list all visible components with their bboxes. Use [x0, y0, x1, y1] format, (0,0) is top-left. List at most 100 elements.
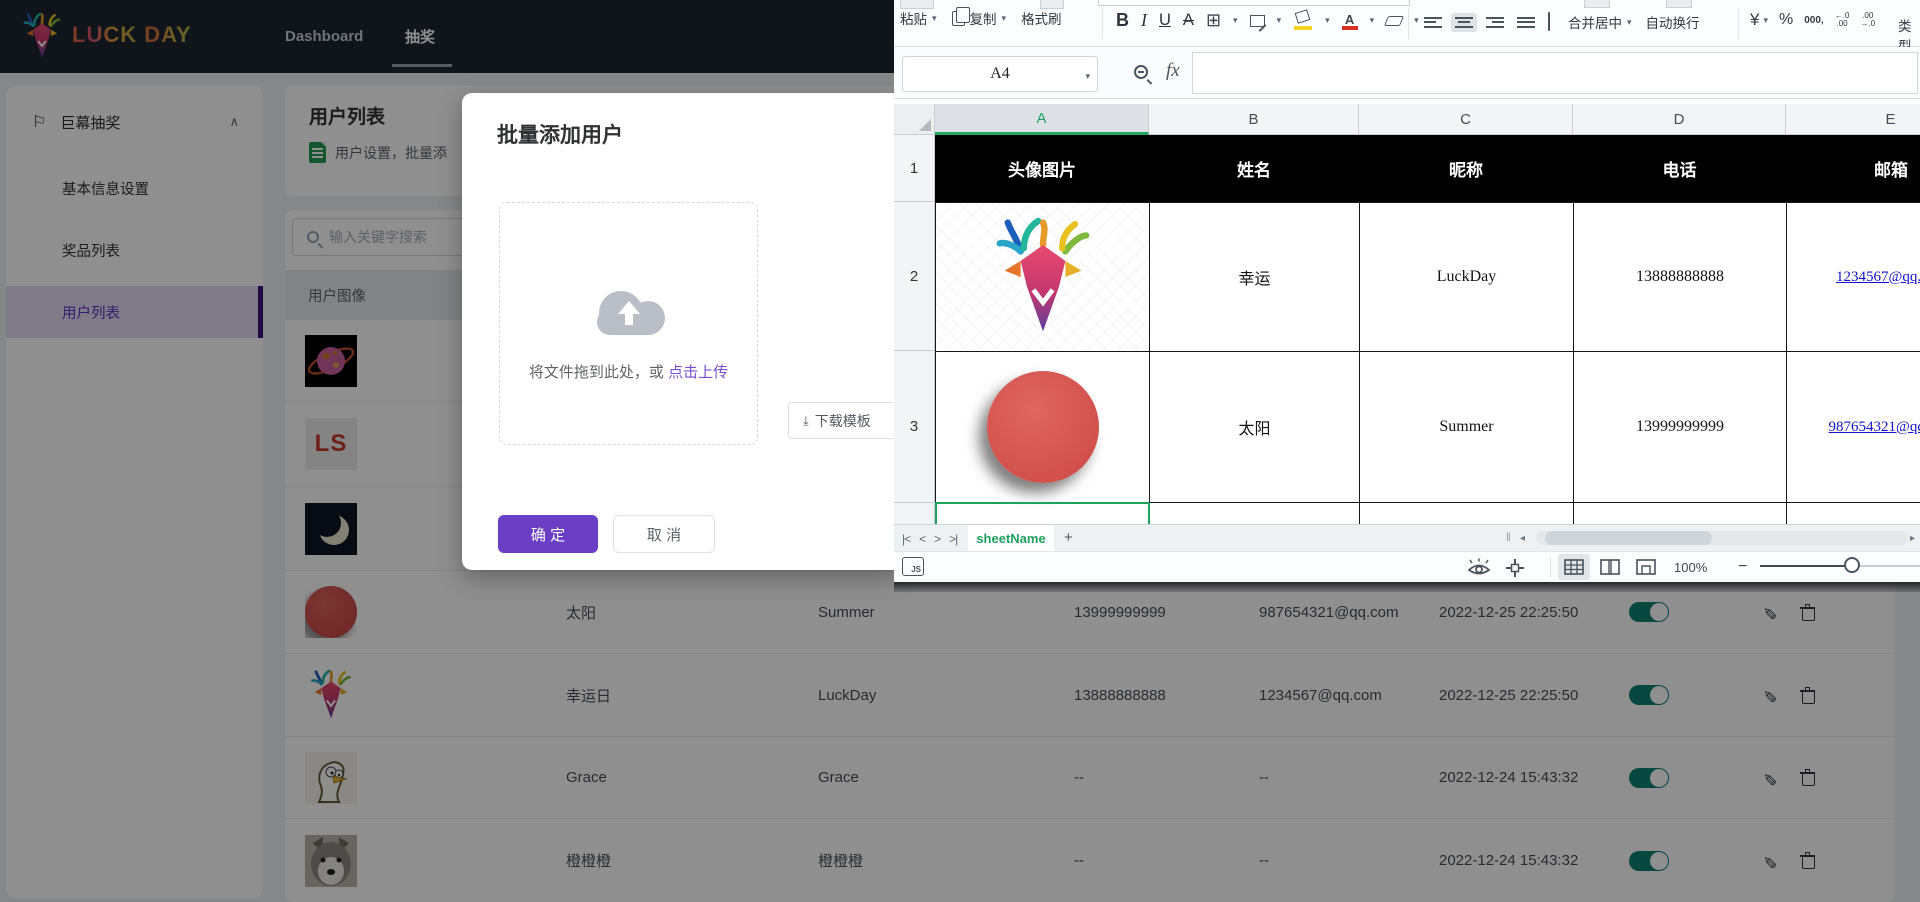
- cell-name-box[interactable]: A4 ▾: [902, 56, 1098, 92]
- upload-link[interactable]: 点击上传: [668, 364, 728, 381]
- wrap-text-button[interactable]: 自动换行: [1646, 12, 1700, 32]
- sheet-grid: A B C D E 1 2 3 头像图片 姓名 昵称 电话 邮箱: [894, 99, 1920, 524]
- modal-title: 批量添加用户: [497, 119, 623, 149]
- batch-add-users-modal: 批量添加用户 将文件拖到此处，或 点击上传 ⤓ 下载模板 确 定 取 消: [462, 93, 902, 570]
- column-header-a[interactable]: A: [935, 104, 1149, 135]
- zoom-slider-track[interactable]: [1760, 565, 1852, 567]
- merge-center-button[interactable]: 合并居中: [1568, 12, 1622, 32]
- sheet-header-row: 头像图片 姓名 昵称 电话 邮箱: [935, 135, 1920, 202]
- last-sheet-icon[interactable]: >|: [949, 532, 957, 546]
- underline-button[interactable]: U: [1159, 11, 1171, 30]
- indent-button[interactable]: [1544, 10, 1554, 34]
- select-all-corner[interactable]: [894, 104, 935, 135]
- copy-icon[interactable]: [952, 11, 965, 26]
- cell-c3[interactable]: Summer: [1359, 351, 1573, 503]
- spreadsheet-window-shadow: [894, 582, 1920, 592]
- bold-button[interactable]: B: [1116, 10, 1129, 31]
- caret-down-icon[interactable]: ▾: [1085, 71, 1090, 82]
- clear-format-button[interactable]: [1384, 16, 1404, 26]
- zoom-minus-button[interactable]: −: [1738, 558, 1747, 576]
- cell-b2[interactable]: 幸运: [1149, 202, 1359, 351]
- strikethrough-button[interactable]: A: [1183, 11, 1194, 30]
- cell-b3[interactable]: 太阳: [1149, 351, 1359, 503]
- cell-e2[interactable]: 1234567@qq.com: [1786, 202, 1920, 351]
- merge-icon-partial: [1584, 0, 1610, 8]
- js-macro-icon[interactable]: JS: [902, 557, 924, 576]
- paste-button[interactable]: 粘贴: [900, 8, 927, 28]
- thousands-separator-button[interactable]: 000,: [1804, 15, 1823, 26]
- row-header-1[interactable]: 1: [894, 135, 935, 202]
- first-sheet-icon[interactable]: |<: [902, 532, 910, 546]
- fx-icon[interactable]: fx: [1166, 60, 1180, 82]
- row-header-4[interactable]: [894, 503, 935, 524]
- align-right-button[interactable]: [1482, 13, 1508, 32]
- column-header-c[interactable]: C: [1359, 104, 1573, 135]
- active-cell-selection[interactable]: [935, 502, 1150, 524]
- align-center-button[interactable]: [1451, 13, 1477, 32]
- formula-bar: A4 ▾ fx: [894, 47, 1920, 99]
- sheet-header-cell[interactable]: 昵称: [1359, 135, 1573, 202]
- wrap-icon-partial: [1666, 0, 1692, 8]
- zoom-out-icon[interactable]: [1134, 65, 1148, 79]
- email-link[interactable]: 987654321@qq.com: [1829, 419, 1920, 436]
- normal-view-button[interactable]: [1558, 554, 1590, 580]
- cell-e3[interactable]: 987654321@qq.com: [1786, 351, 1920, 503]
- sheet-tab[interactable]: sheetName: [968, 525, 1054, 552]
- next-sheet-icon[interactable]: >: [934, 532, 940, 546]
- sheet-tab-bar: |< < > >| sheetName + ‖ ◂ ▸: [894, 524, 1920, 551]
- cell-d3[interactable]: 13999999999: [1573, 351, 1786, 503]
- font-color-button[interactable]: A: [1342, 11, 1358, 30]
- page-layout-view-button[interactable]: [1594, 554, 1626, 580]
- format-painter-button[interactable]: 格式刷: [1021, 8, 1062, 28]
- align-left-button[interactable]: [1420, 13, 1446, 32]
- cell-c2[interactable]: LuckDay: [1359, 202, 1573, 351]
- sheet-header-cell[interactable]: 姓名: [1149, 135, 1359, 202]
- caret-down-icon[interactable]: ▾: [932, 13, 937, 24]
- page-break-view-button[interactable]: [1630, 554, 1662, 580]
- column-header-d[interactable]: D: [1573, 104, 1786, 135]
- currency-button[interactable]: ¥: [1750, 10, 1759, 30]
- tab-scroll-divider: ‖: [1506, 530, 1511, 544]
- fill-color-button[interactable]: [1293, 11, 1313, 30]
- spreadsheet-window: 粘贴 ▾ 复制 ▾ 格式刷 B I U A ⊞▾ ▾ ▾ A▾ ▾: [894, 0, 1920, 582]
- file-dropzone[interactable]: 将文件拖到此处，或 点击上传: [499, 202, 758, 445]
- caret-down-icon[interactable]: ▾: [1002, 13, 1007, 24]
- upload-cloud-icon: [591, 281, 667, 329]
- email-link[interactable]: 1234567@qq.com: [1836, 269, 1920, 286]
- cancel-button[interactable]: 取 消: [613, 515, 715, 553]
- scroll-left-icon[interactable]: ◂: [1520, 533, 1525, 544]
- confirm-button[interactable]: 确 定: [498, 515, 598, 553]
- spreadsheet-toolbar: 粘贴 ▾ 复制 ▾ 格式刷 B I U A ⊞▾ ▾ ▾ A▾ ▾: [894, 0, 1920, 47]
- cell-a3-sun-image[interactable]: [935, 351, 1149, 503]
- column-header-b[interactable]: B: [1149, 104, 1359, 135]
- zoom-level[interactable]: 100%: [1674, 560, 1707, 575]
- column-header-e[interactable]: E: [1786, 104, 1920, 135]
- cell-style-button[interactable]: [1250, 15, 1265, 27]
- sheet-header-cell[interactable]: 邮箱: [1786, 135, 1920, 202]
- italic-button[interactable]: I: [1141, 10, 1147, 31]
- scroll-right-icon[interactable]: ▸: [1910, 533, 1915, 544]
- download-template-button[interactable]: ⤓ 下载模板: [788, 402, 908, 439]
- formula-input[interactable]: [1192, 52, 1918, 94]
- row-header-2[interactable]: 2: [894, 202, 935, 351]
- sheet-header-cell[interactable]: 电话: [1573, 135, 1786, 202]
- borders-button[interactable]: ⊞: [1206, 10, 1221, 31]
- decrease-decimal-button[interactable]: .00→.0: [1860, 12, 1875, 28]
- row-header-3[interactable]: 3: [894, 351, 935, 503]
- copy-button[interactable]: 复制: [970, 8, 997, 28]
- horizontal-scrollbar-thumb[interactable]: [1545, 531, 1712, 545]
- pan-crosshair-icon[interactable]: [1504, 558, 1526, 578]
- cell-a2-deer-image[interactable]: [935, 202, 1149, 351]
- eye-icon[interactable]: [1466, 558, 1492, 577]
- prev-sheet-icon[interactable]: <: [919, 532, 925, 546]
- zoom-slider-handle[interactable]: [1844, 557, 1860, 573]
- cell-d2[interactable]: 13888888888: [1573, 202, 1786, 351]
- download-icon: ⤓: [803, 413, 809, 429]
- drop-hint-text: 将文件拖到此处，或: [529, 364, 664, 381]
- justify-button[interactable]: [1513, 13, 1539, 32]
- zoom-slider-track[interactable]: [1860, 565, 1920, 567]
- increase-decimal-button[interactable]: ←.0.00: [1835, 12, 1850, 28]
- add-sheet-button[interactable]: +: [1064, 529, 1073, 546]
- percent-button[interactable]: %: [1779, 11, 1793, 29]
- sheet-header-cell[interactable]: 头像图片: [935, 135, 1149, 202]
